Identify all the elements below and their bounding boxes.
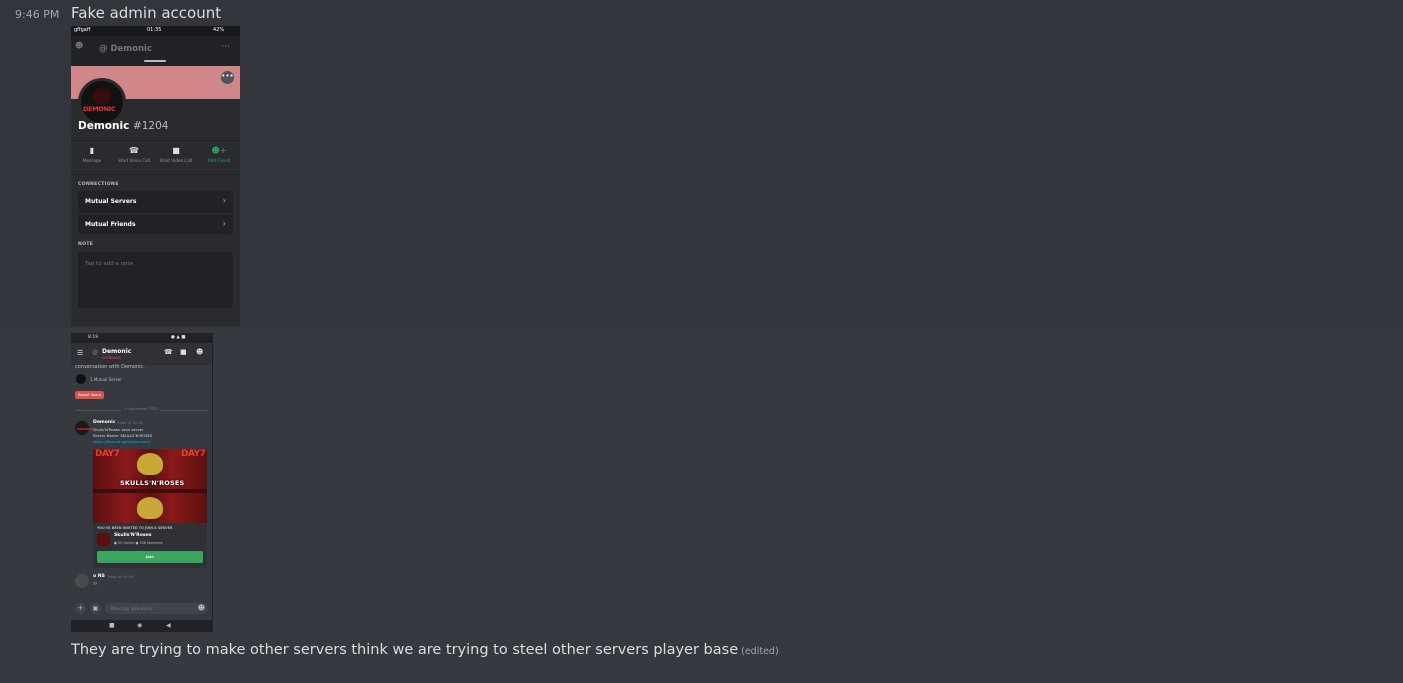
clock: 01:35 xyxy=(147,27,162,33)
skull-image xyxy=(137,497,163,519)
menu-icon[interactable]: ☰ xyxy=(77,349,83,357)
clock: 8:19 xyxy=(88,335,99,340)
video-icon[interactable]: ■ xyxy=(180,348,187,356)
message-time: Today at 00:09 xyxy=(107,575,133,579)
mutual-friends-item[interactable]: Mutual Friends › xyxy=(78,213,233,235)
server-invite-card: YOU'VE BEEN INVITED TO JOIN A SERVER Sku… xyxy=(93,523,207,568)
message-text: Fake admin account xyxy=(71,4,222,22)
note-label: NOTE xyxy=(78,242,94,247)
invite-server-name: Skulls'N'Roses xyxy=(114,533,152,538)
recents-icon[interactable]: ■ xyxy=(109,622,115,629)
emoji-icon[interactable]: ☻ xyxy=(198,604,205,612)
phone-icon: ☎ xyxy=(129,146,139,155)
banner-day-label: DAY7 xyxy=(95,449,120,459)
message-line: Server Name: SKULLS'N'ROSES xyxy=(93,433,153,438)
message-line: Skulls'N'Roses vkxx server xyxy=(93,427,144,432)
invite-stats: ● 50 Online ● 306 Members xyxy=(114,541,163,545)
server-icon xyxy=(97,533,110,546)
invite-link[interactable]: https://discord.gg/skullsnroses xyxy=(93,439,151,444)
channel-name: @ Demonic xyxy=(99,44,152,54)
avatar[interactable] xyxy=(75,574,89,588)
message-author[interactable]: Demonic xyxy=(93,420,115,425)
more-icon[interactable]: ··· xyxy=(221,42,230,52)
server-banner-image[interactable]: DAY7 DAY7 SKULLS'N'ROSES xyxy=(93,449,207,524)
message-author[interactable]: o NS xyxy=(93,574,105,579)
banner-title: SKULLS'N'ROSES xyxy=(120,479,185,487)
attachment-image-dm[interactable]: 8:19 ● ▲ ■ ☰ @ Demonic WORKING ☎ ■ ☻ con… xyxy=(71,333,213,632)
dm-intro: conversation with Demonic. xyxy=(75,364,145,370)
mutual-servers-item[interactable]: Mutual Servers › xyxy=(78,191,233,212)
invite-header: YOU'VE BEEN INVITED TO JOIN A SERVER xyxy=(97,526,173,530)
video-call-action[interactable]: ■ Start Video Call xyxy=(155,146,197,163)
dm-status: WORKING xyxy=(102,355,121,360)
battery: 42% xyxy=(213,27,225,33)
chevron-right-icon: › xyxy=(222,196,226,205)
status-icons: ● ▲ ■ xyxy=(171,335,186,340)
message-line: ?? xyxy=(93,581,98,586)
edited-label: (edited) xyxy=(741,646,779,657)
chevron-right-icon: › xyxy=(222,219,226,228)
avatar: DEMONIC xyxy=(78,78,126,126)
status-bar: 8:19 ● ▲ ■ xyxy=(71,333,212,343)
members-icon[interactable]: ☻ xyxy=(196,348,203,356)
date-divider: 7 September 2022 xyxy=(75,407,208,411)
voice-call-action[interactable]: ☎ Start Voice Call xyxy=(113,146,155,163)
banner-day-label: DAY7 xyxy=(181,449,206,459)
join-button[interactable]: Join xyxy=(97,551,203,563)
message-time: Today at 00:08 xyxy=(117,421,143,425)
add-friend-icon: ☻+ xyxy=(211,146,227,155)
mutual-server-label[interactable]: 1 Mutual Server xyxy=(90,377,122,382)
connections-label: CONNECTIONS xyxy=(78,182,119,187)
note-field[interactable]: Tap to add a note xyxy=(78,252,233,308)
carrier-label: gffgaff xyxy=(74,27,91,33)
video-icon: ■ xyxy=(172,146,180,155)
sheet-handle xyxy=(144,60,166,62)
person-icon: ☻ xyxy=(75,41,84,50)
avatar-face xyxy=(93,88,111,104)
android-nav-bar: ■ ◉ ◀ xyxy=(71,620,212,632)
back-icon[interactable]: ◀ xyxy=(166,622,171,629)
phone-icon[interactable]: ☎ xyxy=(164,348,173,356)
chat-icon: ▮ xyxy=(89,146,95,155)
dm-header: ☰ @ Demonic WORKING ☎ ■ ☻ xyxy=(71,343,212,365)
message-timestamp: 9:46 PM xyxy=(15,8,60,21)
server-avatar xyxy=(76,374,86,384)
avatar-logo: DEMONIC xyxy=(83,105,116,113)
skull-image xyxy=(137,453,163,475)
composer: + ▣ Message @Demonic ☻ xyxy=(71,599,212,619)
more-options-icon[interactable]: ••• xyxy=(221,71,234,84)
message-text: They are trying to make other servers th… xyxy=(71,642,779,658)
profile-actions: ▮ Message ☎ Start Voice Call ■ Start Video … xyxy=(71,140,240,175)
mutual-list: Mutual Servers › Mutual Friends › xyxy=(78,191,233,234)
message-input[interactable]: Message @Demonic ☻ xyxy=(105,603,208,614)
home-icon[interactable]: ◉ xyxy=(137,622,142,629)
profile-username: Demonic #1204 xyxy=(78,120,169,132)
status-bar: gffgaff 01:35 42% xyxy=(71,26,240,36)
avatar[interactable]: DEMONIC xyxy=(75,421,93,435)
dm-name: Demonic xyxy=(102,348,132,355)
report-spam-button[interactable]: Report Spam xyxy=(75,391,104,399)
gift-icon[interactable]: ▣ xyxy=(90,603,101,614)
at-icon: @ xyxy=(92,349,98,356)
dm-header: ☻ @ Demonic ··· xyxy=(71,36,240,66)
plus-icon[interactable]: + xyxy=(75,603,86,614)
message-action[interactable]: ▮ Message xyxy=(71,146,113,163)
add-friend-action[interactable]: ☻+ Add Friend xyxy=(198,146,240,163)
attachment-image-profile[interactable]: gffgaff 01:35 42% ☻ @ Demonic ··· ••• DE… xyxy=(71,26,240,326)
